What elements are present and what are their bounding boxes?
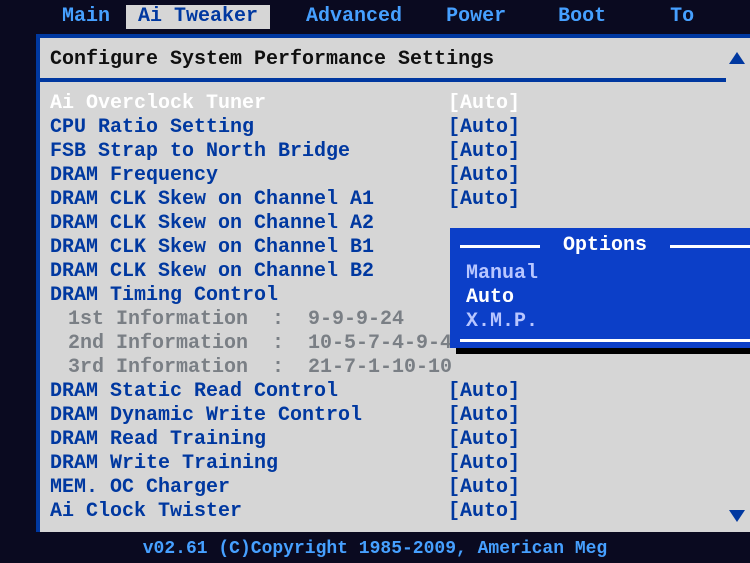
popup-title: Options <box>460 234 750 258</box>
setting-row[interactable]: DRAM CLK Skew on Channel A1[Auto] <box>50 188 750 212</box>
panel-title: Configure System Performance Settings <box>40 38 726 82</box>
setting-value: [Auto] <box>448 428 520 452</box>
setting-row[interactable]: DRAM Frequency[Auto] <box>50 164 750 188</box>
tab-advanced[interactable]: Advanced <box>294 5 414 29</box>
setting-value: [Auto] <box>448 452 520 476</box>
settings-panel: Configure System Performance Settings Ai… <box>36 34 750 532</box>
setting-row[interactable]: MEM. OC Charger[Auto] <box>50 476 750 500</box>
setting-label: DRAM Static Read Control <box>50 380 448 404</box>
menu-bar: MainAi Tweaker Advanced Power Boot To <box>0 4 750 30</box>
setting-value: [Auto] <box>448 164 520 188</box>
setting-row[interactable]: DRAM Read Training[Auto] <box>50 428 750 452</box>
setting-row[interactable]: Ai Overclock Tuner[Auto] <box>50 92 750 116</box>
setting-label: DRAM CLK Skew on Channel A2 <box>50 212 448 236</box>
setting-row[interactable]: CPU Ratio Setting[Auto] <box>50 116 750 140</box>
option-auto[interactable]: Auto <box>460 286 750 310</box>
info-row: 3rd Information : 21-7-1-10-10 <box>50 356 750 380</box>
setting-label: Ai Overclock Tuner <box>50 92 448 116</box>
setting-label: MEM. OC Charger <box>50 476 448 500</box>
setting-label: DRAM Write Training <box>50 452 448 476</box>
setting-label: DRAM Frequency <box>50 164 448 188</box>
setting-row[interactable]: DRAM Write Training[Auto] <box>50 452 750 476</box>
setting-value: [Auto] <box>448 116 520 140</box>
setting-label: CPU Ratio Setting <box>50 116 448 140</box>
setting-value: [Auto] <box>448 476 520 500</box>
tab-boot[interactable]: Boot <box>546 5 618 29</box>
setting-label: DRAM Timing Control <box>50 284 448 308</box>
setting-value: [Auto] <box>448 380 520 404</box>
setting-label: DRAM CLK Skew on Channel B2 <box>50 260 448 284</box>
setting-label: 2nd Information : 10-5-7-4-9-4-7 <box>50 332 448 356</box>
copyright-footer: v02.61 (C)Copyright 1985-2009, American … <box>0 535 750 563</box>
options-popup: Options ManualAutoX.M.P. <box>450 228 750 348</box>
setting-label: DRAM Dynamic Write Control <box>50 404 448 428</box>
setting-label: DRAM CLK Skew on Channel B1 <box>50 236 448 260</box>
setting-value: [Auto] <box>448 500 520 524</box>
setting-label: Ai Clock Twister <box>50 500 448 524</box>
setting-value: [Auto] <box>448 92 520 116</box>
setting-value: [Auto] <box>448 404 520 428</box>
setting-value: [Auto] <box>448 188 520 212</box>
setting-value: [Auto] <box>448 140 520 164</box>
tab-to[interactable]: To <box>658 5 706 29</box>
tab-ai-tweaker[interactable]: Ai Tweaker <box>126 5 270 29</box>
setting-label: DRAM Read Training <box>50 428 448 452</box>
setting-label: 1st Information : 9-9-9-24 <box>50 308 448 332</box>
scroll-up-icon[interactable] <box>729 52 745 64</box>
scroll-down-icon[interactable] <box>729 510 745 522</box>
setting-label: FSB Strap to North Bridge <box>50 140 448 164</box>
setting-value <box>448 356 466 380</box>
setting-row[interactable]: FSB Strap to North Bridge[Auto] <box>50 140 750 164</box>
option-xmp[interactable]: X.M.P. <box>460 310 750 334</box>
setting-label: DRAM CLK Skew on Channel A1 <box>50 188 448 212</box>
tab-power[interactable]: Power <box>434 5 518 29</box>
option-manual[interactable]: Manual <box>460 262 750 286</box>
setting-row[interactable]: DRAM Static Read Control[Auto] <box>50 380 750 404</box>
setting-row[interactable]: Ai Clock Twister[Auto] <box>50 500 750 524</box>
setting-label: 3rd Information : 21-7-1-10-10 <box>50 356 448 380</box>
setting-row[interactable]: DRAM Dynamic Write Control[Auto] <box>50 404 750 428</box>
tab-main[interactable]: Main <box>50 5 122 29</box>
